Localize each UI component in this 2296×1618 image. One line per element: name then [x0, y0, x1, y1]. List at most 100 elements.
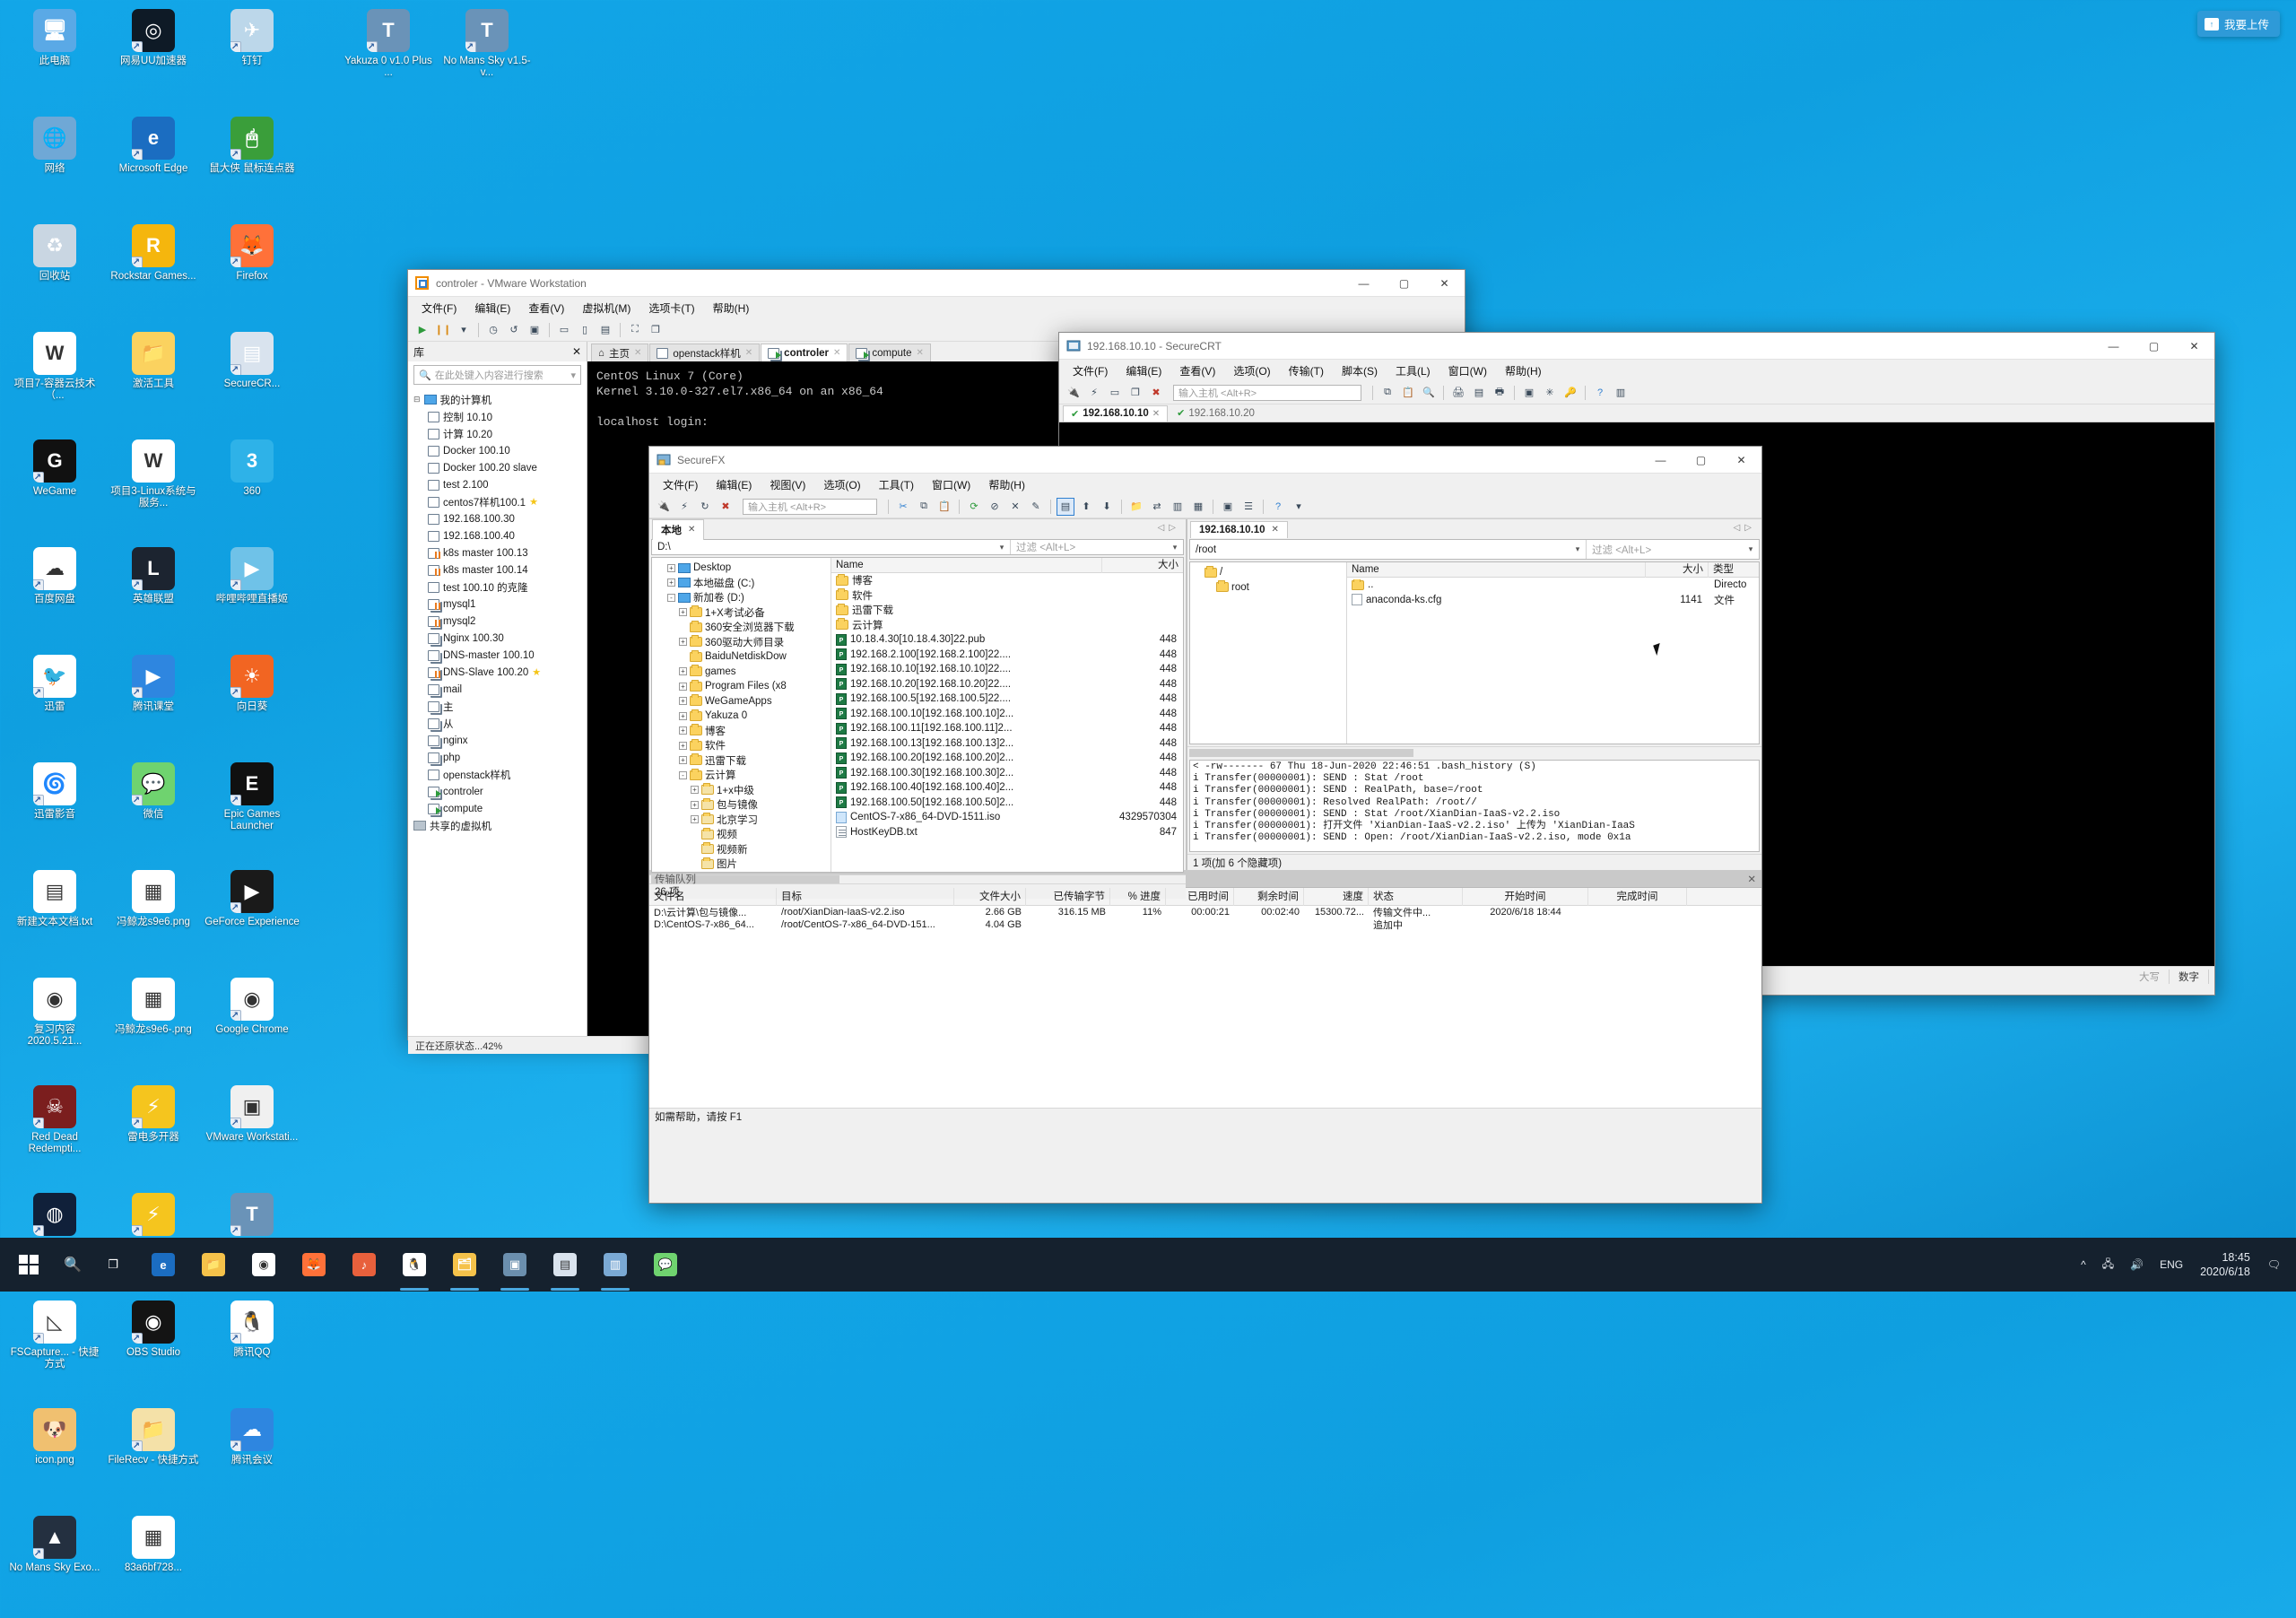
securecrt-menu-item[interactable]: 脚本(S)	[1334, 361, 1386, 381]
vmware-menu-item[interactable]: 选项卡(T)	[640, 298, 702, 318]
taskbar-item-explorer-window[interactable]: 🗂	[439, 1238, 490, 1292]
desktop-icon[interactable]: ▤ 新建文本文档.txt	[5, 865, 104, 972]
chevron-down-icon[interactable]: ▾	[1167, 540, 1183, 554]
securefx-local-file-rows[interactable]: 博客 软件 迅雷下载 云计算 P 10.18.4.30[10.18.4.30]22.pub…	[831, 573, 1183, 839]
securefx-file-name-cell[interactable]: anaconda-ks.cfg	[1347, 594, 1646, 606]
securefx-tree-item[interactable]: 视频	[654, 827, 831, 842]
terminal-icon[interactable]: ▣	[1219, 498, 1237, 516]
expander-icon[interactable]	[679, 653, 687, 661]
expander-icon[interactable]	[691, 860, 699, 868]
securefx-tree-item[interactable]: + 本地磁盘 (C:)	[654, 576, 831, 591]
rename-icon[interactable]: ✎	[1027, 498, 1045, 516]
securefx-close-button[interactable]: ✕	[1721, 447, 1761, 474]
vmware-tree-item[interactable]: Docker 100.10	[412, 442, 587, 459]
taskbar-item-wechat[interactable]: 💬	[640, 1238, 691, 1292]
securecrt-close-button[interactable]: ✕	[2174, 333, 2214, 360]
securefx-file-name-cell[interactable]: 迅雷下载	[831, 603, 1102, 617]
securefx-file-name-cell[interactable]: ..	[1347, 579, 1646, 590]
column-header-name[interactable]: Name	[831, 558, 1102, 573]
desktop-icon[interactable]: 🐧 ↗ 腾讯QQ	[203, 1295, 301, 1403]
desktop-icon[interactable]: T ↗ No Mans Sky v1.5-v...	[438, 4, 536, 111]
close-icon[interactable]: ✕	[1152, 409, 1160, 419]
view-details-icon[interactable]: ▤	[1057, 497, 1074, 516]
vmware-tree-item[interactable]: 控制 10.10	[412, 408, 587, 425]
securefx-toolbar[interactable]: 🔌 ⚡ ↻ ✖ 输入主机 <Alt+R> ✂ ⧉ 📋 ⟳ ⊘ ✕ ✎ ▤ ⬆ ⬇…	[649, 495, 1761, 518]
connect-icon[interactable]: 🔌	[655, 498, 673, 516]
vmware-tree-item[interactable]: nginx	[412, 732, 587, 749]
snapshot-manager-icon[interactable]: ▣	[526, 321, 544, 339]
securefx-menu-item[interactable]: 文件(F)	[655, 474, 706, 495]
copy-icon[interactable]: ⧉	[915, 498, 933, 516]
split-view-icon[interactable]: ▦	[1189, 498, 1207, 516]
securefx-log-pane[interactable]: < -rw------- 67 Thu 18-Jun-2020 22:46:51…	[1189, 760, 1760, 852]
vmware-tree-item[interactable]: openstack样机	[412, 766, 587, 783]
desktop-icon[interactable]: 🌐 网络	[5, 111, 104, 219]
cut-icon[interactable]: ✂	[894, 498, 912, 516]
pause-icon[interactable]: ❙❙	[434, 321, 452, 339]
queue-column-header[interactable]: 已传输字节	[1026, 887, 1110, 906]
vmware-tree-item[interactable]: 192.168.100.40	[412, 527, 587, 544]
taskbar-item-securecrt[interactable]: ▤	[540, 1238, 590, 1292]
securefx-file-name-cell[interactable]: P 192.168.100.20[192.168.100.20]2...	[831, 752, 1102, 764]
securefx-remote-list-header[interactable]: Name 大小 类型	[1347, 562, 1759, 578]
securefx-file-row[interactable]: P 192.168.2.100[192.168.2.100]22.... 448	[831, 648, 1183, 663]
vmware-tree-item[interactable]: centos7样机100.1 ★	[412, 493, 587, 510]
securefx-remote-path[interactable]: /root	[1190, 540, 1570, 559]
vmware-menubar[interactable]: 文件(F) 编辑(E) 查看(V) 虚拟机(M) 选项卡(T) 帮助(H)	[408, 297, 1465, 318]
layout-thumbs-icon[interactable]: ▤	[596, 321, 614, 339]
close-icon[interactable]: ✕	[833, 348, 840, 358]
clone-session-icon[interactable]: ❐	[1126, 384, 1144, 402]
queue-icon[interactable]: ☰	[1239, 498, 1257, 516]
taskbar-item-task-view[interactable]: ❐	[88, 1238, 138, 1292]
close-icon[interactable]: ✕	[634, 348, 641, 358]
log-session-icon[interactable]: ▤	[1470, 384, 1488, 402]
expander-icon[interactable]: +	[679, 638, 687, 647]
column-header-name[interactable]: Name	[1347, 562, 1646, 578]
close-icon[interactable]: ✕	[688, 525, 695, 535]
desktop-icon[interactable]: ◉ 复习内容2020.5.21...	[5, 972, 104, 1080]
desktop-icon[interactable]: ✈ ↗ 钉钉	[203, 4, 301, 111]
desktop-icon[interactable]: 🦊 ↗ Firefox	[203, 219, 301, 326]
copy-icon[interactable]: ⧉	[1378, 384, 1396, 402]
securefx-file-name-cell[interactable]: HostKeyDB.txt	[831, 826, 1102, 839]
securefx-menu-item[interactable]: 视图(V)	[761, 474, 813, 495]
securecrt-menu-item[interactable]: 编辑(E)	[1118, 361, 1170, 381]
global-options-icon[interactable]: ✳	[1541, 384, 1559, 402]
desktop[interactable]: 🖥 此电脑 ◎ ↗ 网易UU加速器 ✈ ↗ 钉钉 🌐 网络 e ↗ Microsoft Edge 🖱 ↗ 鼠大…	[0, 0, 2296, 1573]
securefx-tree-item[interactable]: + WeGameApps	[654, 694, 831, 709]
desktop-icon[interactable]: ◺ ↗ FSCapture... - 快捷方式	[5, 1295, 104, 1403]
securefx-file-name-cell[interactable]: P 192.168.10.10[192.168.10.10]22....	[831, 663, 1102, 675]
desktop-icon[interactable]: ♻ 回收站	[5, 219, 104, 326]
column-header-size[interactable]: 大小	[1102, 558, 1183, 573]
securefx-file-row[interactable]: P 192.168.100.30[192.168.100.30]2... 448	[831, 766, 1183, 781]
desktop-icon[interactable]: 🖱 ↗ 鼠大侠 鼠标连点器	[203, 111, 301, 219]
columns-icon[interactable]: ▥	[1169, 498, 1187, 516]
securefx-file-name-cell[interactable]: 云计算	[831, 618, 1102, 632]
securecrt-menu-item[interactable]: 查看(V)	[1171, 361, 1223, 381]
upload-badge[interactable]: ↑ 我要上传	[2196, 11, 2280, 37]
securefx-window-buttons[interactable]: — ▢ ✕	[1640, 447, 1761, 474]
expander-icon[interactable]: +	[679, 608, 687, 617]
securecrt-host-input[interactable]: 输入主机 <Alt+R>	[1173, 384, 1361, 401]
expander-icon[interactable]	[691, 831, 699, 839]
desktop-icon[interactable]: ☠ ↗ Red Dead Redempti...	[5, 1080, 104, 1187]
vmware-library-search[interactable]: 🔍 在此处键入内容进行搜索 ▾	[413, 365, 581, 385]
desktop-icon[interactable]: ◉ ↗ OBS Studio	[104, 1295, 203, 1403]
securefx-file-name-cell[interactable]: P 10.18.4.30[10.18.4.30]22.pub	[831, 633, 1102, 646]
securefx-local-filter[interactable]: 过滤 <Alt+L>	[1010, 540, 1167, 554]
securefx-menu-item[interactable]: 帮助(H)	[980, 474, 1033, 495]
queue-column-header[interactable]: 完成时间	[1588, 887, 1687, 906]
securefx-file-row[interactable]: P 192.168.100.10[192.168.100.10]2... 448	[831, 707, 1183, 722]
securefx-file-name-cell[interactable]: P 192.168.100.10[192.168.100.10]2...	[831, 708, 1102, 720]
reconnect-icon[interactable]: ↻	[696, 498, 714, 516]
vmware-tree-item[interactable]: controler	[412, 783, 587, 800]
help-icon[interactable]: ?	[1269, 498, 1287, 516]
desktop-icon[interactable]: R ↗ Rockstar Games...	[104, 219, 203, 326]
securefx-file-row[interactable]: P 192.168.100.40[192.168.100.40]2... 448	[831, 780, 1183, 796]
securefx-remote-list[interactable]: Name 大小 类型 .. Directo anaconda-ks.cfg 1141 文…	[1347, 562, 1759, 744]
securefx-file-name-cell[interactable]: P 192.168.2.100[192.168.2.100]22....	[831, 648, 1102, 661]
securefx-file-name-cell[interactable]: P 192.168.100.5[192.168.100.5]22....	[831, 692, 1102, 705]
securefx-local-tab-nav[interactable]: ◁▷	[1158, 523, 1180, 533]
desktop-icon[interactable]: ◎ ↗ 网易UU加速器	[104, 4, 203, 111]
securefx-tree-item[interactable]: + Desktop	[654, 561, 831, 576]
